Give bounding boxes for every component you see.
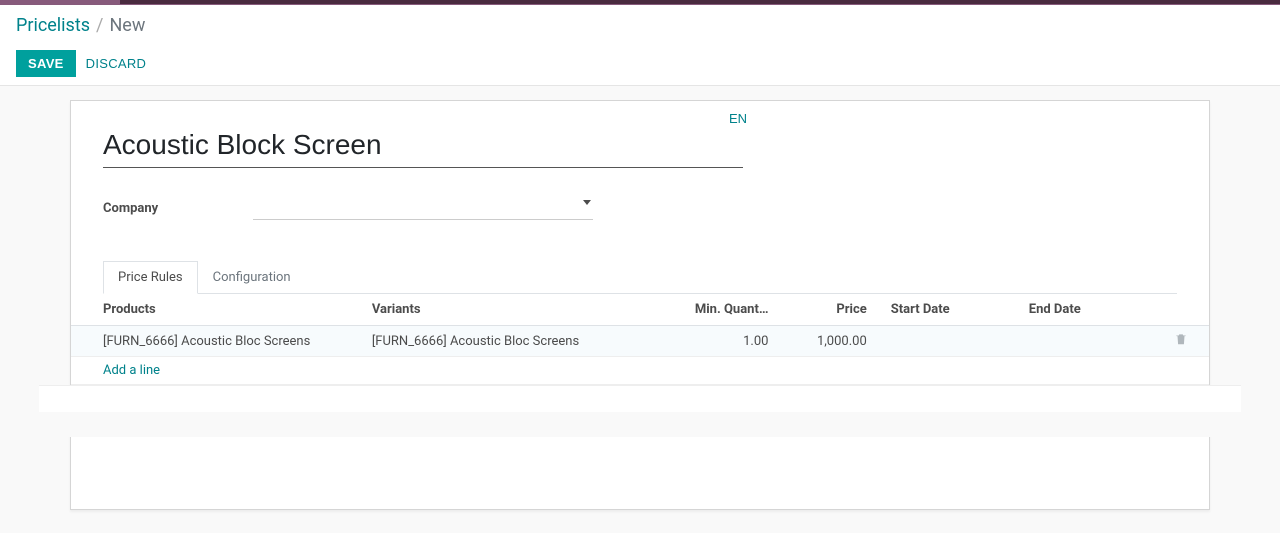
control-panel: Pricelists / New SAVE DISCARD xyxy=(0,5,1280,86)
company-label: Company xyxy=(103,201,253,216)
cell-end-date[interactable] xyxy=(1023,326,1168,357)
price-rules-table-wrap: Products Variants Min. Quant… Price Star… xyxy=(71,294,1209,437)
form-buttons: SAVE DISCARD xyxy=(16,50,1264,77)
tab-configuration[interactable]: Configuration xyxy=(198,261,306,294)
breadcrumb-root-link[interactable]: Pricelists xyxy=(16,15,90,36)
chevron-down-icon[interactable] xyxy=(583,200,591,205)
add-line-link[interactable]: Add a line xyxy=(71,357,1209,385)
company-input-wrap xyxy=(253,196,593,220)
content-area: EN Company Price Rules Configuration Pro… xyxy=(0,86,1280,524)
col-price[interactable]: Price xyxy=(774,294,872,326)
cell-delete xyxy=(1168,326,1209,357)
breadcrumb-separator: / xyxy=(96,15,103,36)
save-button[interactable]: SAVE xyxy=(16,50,76,77)
price-rules-table: Products Variants Min. Quant… Price Star… xyxy=(71,294,1209,385)
translate-button[interactable]: EN xyxy=(729,111,747,126)
add-line-row: Add a line xyxy=(71,357,1209,385)
name-input[interactable] xyxy=(103,125,743,168)
discard-button[interactable]: DISCARD xyxy=(86,56,147,71)
col-actions xyxy=(1168,294,1209,326)
cell-min-qty[interactable]: 1.00 xyxy=(656,326,775,357)
tab-bar: Price Rules Configuration xyxy=(103,260,1177,294)
table-filler xyxy=(39,385,1241,437)
title-wrap: EN xyxy=(103,125,743,168)
col-end-date[interactable]: End Date xyxy=(1023,294,1168,326)
tab-price-rules[interactable]: Price Rules xyxy=(103,261,198,294)
cell-product[interactable]: [FURN_6666] Acoustic Bloc Screens xyxy=(71,326,366,357)
company-field: Company xyxy=(103,196,1177,220)
form-sheet: EN Company Price Rules Configuration Pro… xyxy=(70,100,1210,510)
breadcrumb: Pricelists / New xyxy=(16,15,1264,36)
table-row[interactable]: [FURN_6666] Acoustic Bloc Screens [FURN_… xyxy=(71,326,1209,357)
breadcrumb-current: New xyxy=(109,15,145,36)
trash-icon[interactable] xyxy=(1174,332,1188,346)
col-min-qty[interactable]: Min. Quant… xyxy=(656,294,775,326)
col-variants[interactable]: Variants xyxy=(366,294,656,326)
company-input[interactable] xyxy=(253,196,593,220)
cell-start-date[interactable] xyxy=(873,326,1023,357)
cell-price[interactable]: 1,000.00 xyxy=(774,326,872,357)
col-products[interactable]: Products xyxy=(71,294,366,326)
col-start-date[interactable]: Start Date xyxy=(873,294,1023,326)
cell-variant[interactable]: [FURN_6666] Acoustic Bloc Screens xyxy=(366,326,656,357)
